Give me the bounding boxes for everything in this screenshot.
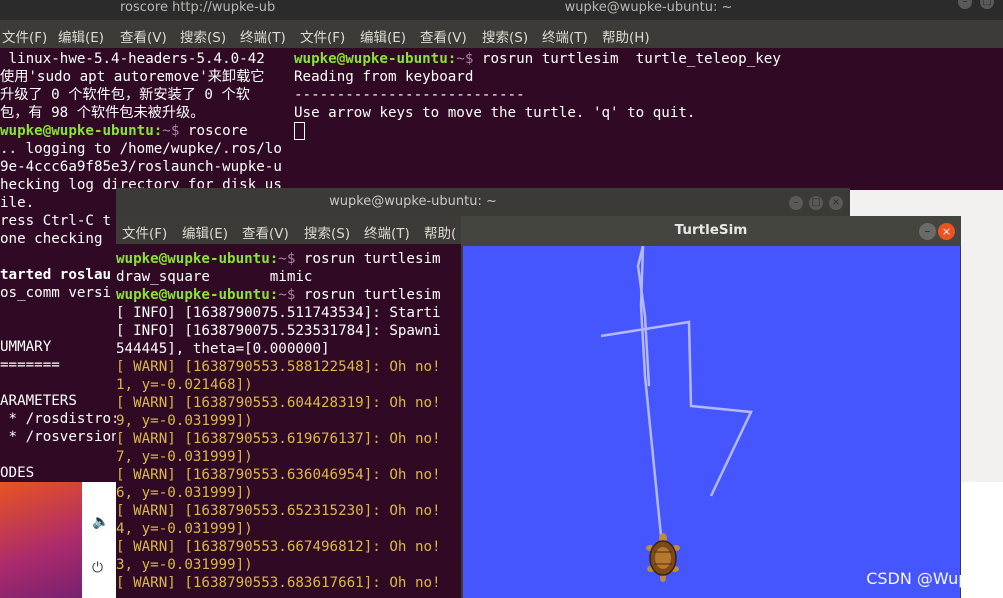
menu-file[interactable]: 文件(F) <box>2 26 47 46</box>
pen-path <box>600 320 753 497</box>
terminal-cursor-line <box>294 122 305 140</box>
terminal-line: --------------------------- <box>294 87 525 103</box>
terminal-line: ODES <box>0 465 35 481</box>
menu-edit[interactable]: 编辑(E) <box>182 222 228 242</box>
menu-edit[interactable]: 编辑(E) <box>58 26 104 46</box>
terminal-line: linux-hwe-5.4-headers-5.4.0-42 <box>0 51 265 67</box>
terminal-line: os_comm versi <box>0 285 112 301</box>
turtle-icon <box>646 533 680 582</box>
titlebar[interactable]: wupke@wupke-ubuntu: ~ – □ <box>294 0 1003 20</box>
close-icon[interactable]: × <box>829 196 843 210</box>
menubar: 文件(F) 编辑(E) 查看(V) 搜索(S) 终端(T) 帮助(H) <box>294 20 1003 48</box>
turtlesim-window[interactable]: TurtleSim – × <box>461 216 961 598</box>
turtlesim-canvas <box>463 246 960 598</box>
terminal-line: .. logging to /home/wupke/.ros/lo <box>0 141 282 157</box>
window-title: TurtleSim <box>674 222 748 238</box>
desktop-wallpaper <box>0 482 82 598</box>
warn-line: [ WARN] [1638790553.636046954]: Oh no! <box>116 467 441 483</box>
warn-line: 3, y=-0.031999]) <box>116 557 253 573</box>
warn-line: [ WARN] [1638790553.619676137]: Oh no! <box>116 431 441 447</box>
prompt-user: wupke@wupke-ubuntu: <box>116 251 279 267</box>
prompt-path: ~$ <box>456 51 474 67</box>
warn-line: [ WARN] [1638790553.604428319]: Oh no! <box>116 395 441 411</box>
menu-terminal[interactable]: 终端(T) <box>364 222 410 242</box>
prompt-path: ~$ <box>278 251 296 267</box>
prompt-user: wupke@wupke-ubuntu: <box>294 51 457 67</box>
warn-line: [ WARN] [1638790553.588122548]: Oh no! <box>116 359 441 375</box>
terminal-line: tarted roslau <box>0 267 112 283</box>
terminal-prompt-line: wupke@wupke-ubuntu:~$ roscore <box>0 122 248 140</box>
menu-search[interactable]: 搜索(S) <box>180 26 226 46</box>
terminal-line: ress Ctrl-C t <box>0 213 112 229</box>
terminal-prompt-line: wupke@wupke-ubuntu:~$ rosrun turtlesim <box>116 286 441 304</box>
minimize-icon[interactable]: – <box>919 223 936 240</box>
terminal-line: ARAMETERS <box>0 393 77 409</box>
watermark: CSDN @Wupke <box>866 569 987 588</box>
window-title: roscore http://wupke-ub <box>120 0 276 15</box>
menu-help[interactable]: 帮助( <box>424 222 456 242</box>
terminal-line: 包，有 98 个软件包未被升级。 <box>0 105 205 121</box>
pen-path <box>639 246 665 557</box>
terminal-prompt-line: wupke@wupke-ubuntu:~$ rosrun turtlesim t… <box>294 50 781 68</box>
menubar: 文件(F) 编辑(E) 查看(V) 搜索(S) 终端(T) <box>0 20 294 48</box>
info-line: 544445], theta=[0.000000] <box>116 341 330 357</box>
power-plug-icon[interactable]: ⏻ <box>92 560 103 576</box>
terminal-prompt-line: wupke@wupke-ubuntu:~$ rosrun turtlesim <box>116 250 441 268</box>
prompt-path: ~$ <box>278 287 296 303</box>
turtle-trail <box>600 246 753 582</box>
menu-search[interactable]: 搜索(S) <box>304 222 350 242</box>
prompt-user: wupke@wupke-ubuntu: <box>116 287 279 303</box>
menu-terminal[interactable]: 终端(T) <box>240 26 286 46</box>
terminal-line: UMMARY <box>0 339 52 355</box>
window-title: wupke@wupke-ubuntu: ~ <box>329 194 497 209</box>
warn-line: [ WARN] [1638790553.652315230]: Oh no! <box>116 503 441 519</box>
volume-icon[interactable]: 🔈 <box>92 514 109 530</box>
command-text: rosrun turtlesim <box>295 251 441 267</box>
terminal-line: one checking <box>0 231 103 247</box>
terminal-line: 升级了 0 个软件包，新安装了 0 个软 <box>0 87 250 103</box>
terminal-line: 使用'sudo apt autoremove'来卸载它 <box>0 69 265 85</box>
warn-line: [ WARN] [1638790553.667496812]: Oh no! <box>116 539 441 555</box>
menu-file[interactable]: 文件(F) <box>300 26 345 46</box>
terminal-line: Use arrow keys to move the turtle. 'q' t… <box>294 105 696 121</box>
info-line: [ INFO] [1638790075.511743534]: Starti <box>116 305 441 321</box>
window-title: wupke@wupke-ubuntu: ~ <box>564 0 733 15</box>
terminal-output[interactable]: wupke@wupke-ubuntu:~$ rosrun turtlesim t… <box>294 50 1003 190</box>
terminal-line: * /rosversion <box>0 429 120 445</box>
prompt-user: wupke@wupke-ubuntu: <box>0 123 163 139</box>
maximize-icon[interactable]: □ <box>809 196 823 210</box>
minimize-icon[interactable]: – <box>789 196 803 210</box>
command-text: rosrun turtlesim turtle_teleop_key <box>473 51 781 67</box>
warn-line: [ WARN] [1638790553.683617661]: Oh no! <box>116 575 441 591</box>
command-text: roscore <box>179 123 248 139</box>
terminal-line: ile. <box>0 195 35 211</box>
titlebar[interactable]: roscore http://wupke-ub <box>0 0 294 20</box>
menu-view[interactable]: 查看(V) <box>242 222 289 242</box>
menu-help[interactable]: 帮助(H) <box>602 26 650 46</box>
info-line: [ INFO] [1638790075.523531784]: Spawni <box>116 323 441 339</box>
menu-edit[interactable]: 编辑(E) <box>360 26 406 46</box>
warn-line: 7, y=-0.031999]) <box>116 449 253 465</box>
warn-line: 4, y=-0.031999]) <box>116 521 253 537</box>
menu-view[interactable]: 查看(V) <box>420 26 467 46</box>
titlebar[interactable]: wupke@wupke-ubuntu: ~ – □ × <box>116 188 850 216</box>
warn-line: 9, y=-0.031999]) <box>116 413 253 429</box>
warn-line: 1, y=-0.021468]) <box>116 377 253 393</box>
menu-terminal[interactable]: 终端(T) <box>542 26 588 46</box>
titlebar[interactable]: TurtleSim – × <box>461 216 961 246</box>
close-icon[interactable]: × <box>938 223 955 240</box>
terminal-window-teleop[interactable]: wupke@wupke-ubuntu: ~ – □ 文件(F) 编辑(E) 查看… <box>294 0 1003 190</box>
command-text: rosrun turtlesim <box>295 287 441 303</box>
completion-line: draw_square mimic <box>116 269 313 285</box>
terminal-line: 9e-4ccc6a9f85e3/roslaunch-wupke-u <box>0 159 282 175</box>
menu-search[interactable]: 搜索(S) <box>482 26 528 46</box>
text-cursor <box>294 122 305 140</box>
terminal-line: Reading from keyboard <box>294 69 474 85</box>
menu-view[interactable]: 查看(V) <box>120 26 167 46</box>
warn-line: 6, y=-0.031999]) <box>116 485 253 501</box>
menu-file[interactable]: 文件(F) <box>122 222 167 242</box>
prompt-path: ~$ <box>162 123 180 139</box>
terminal-line: * /rosdistro: <box>0 411 120 427</box>
terminal-line: ======= <box>0 357 60 373</box>
